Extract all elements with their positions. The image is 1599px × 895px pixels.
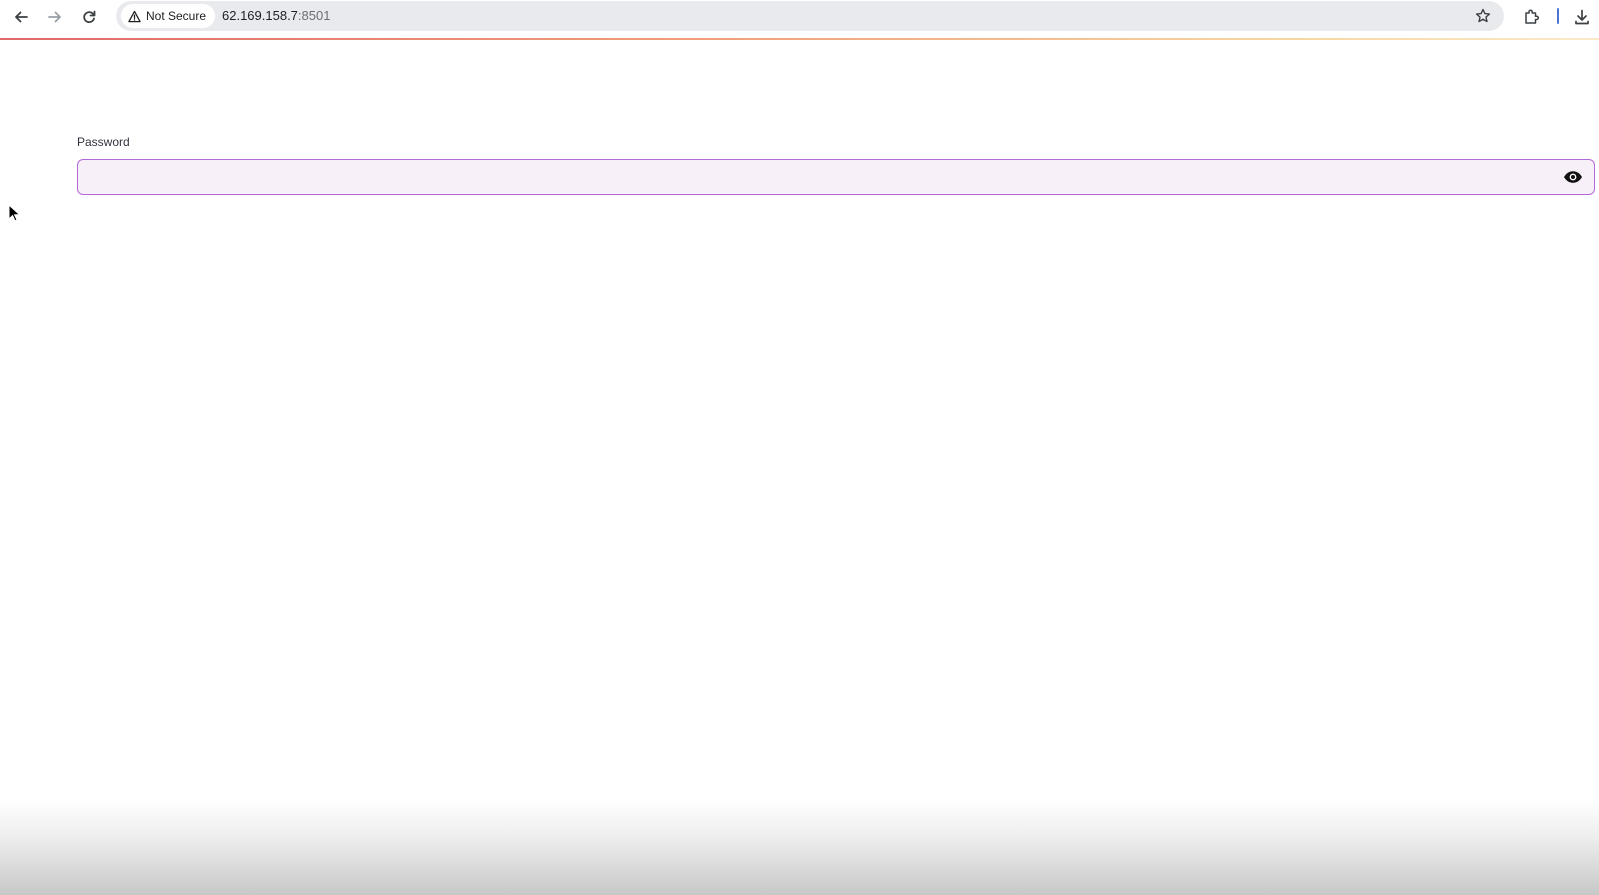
reload-icon [83, 10, 96, 24]
eye-icon [1564, 171, 1582, 183]
download-icon [1575, 9, 1589, 25]
bookmark-button[interactable] [1472, 5, 1494, 27]
reload-button[interactable] [76, 4, 102, 30]
show-password-button[interactable] [1562, 166, 1584, 188]
address-bar[interactable]: Not Secure 62.169.158.7:8501 [116, 1, 1504, 31]
download-button[interactable] [1569, 4, 1595, 30]
back-button[interactable] [8, 4, 34, 30]
star-icon [1475, 8, 1491, 23]
password-input[interactable] [78, 160, 1542, 193]
back-arrow-icon [15, 11, 28, 23]
security-indicator[interactable]: Not Secure [121, 4, 216, 28]
url-host: 62.169.158.7 [222, 8, 298, 23]
forward-arrow-icon [48, 11, 61, 23]
url-text[interactable]: 62.169.158.7:8501 [222, 8, 330, 23]
mouse-pointer-icon [8, 204, 20, 222]
url-port: :8501 [297, 8, 331, 23]
puzzle-icon [1525, 9, 1539, 24]
extensions-button[interactable] [1519, 4, 1545, 30]
security-label: Not Secure [146, 9, 207, 23]
browser-toolbar: Not Secure 62.169.158.7:8501 [0, 0, 1599, 38]
app-content: Password [0, 40, 1599, 895]
forward-button[interactable] [42, 4, 68, 30]
password-label: Password [77, 135, 130, 149]
password-field[interactable] [77, 159, 1595, 195]
bottom-shadow-overlay [0, 800, 1599, 895]
warning-triangle-icon [128, 10, 141, 22]
toolbar-divider [1557, 8, 1559, 24]
